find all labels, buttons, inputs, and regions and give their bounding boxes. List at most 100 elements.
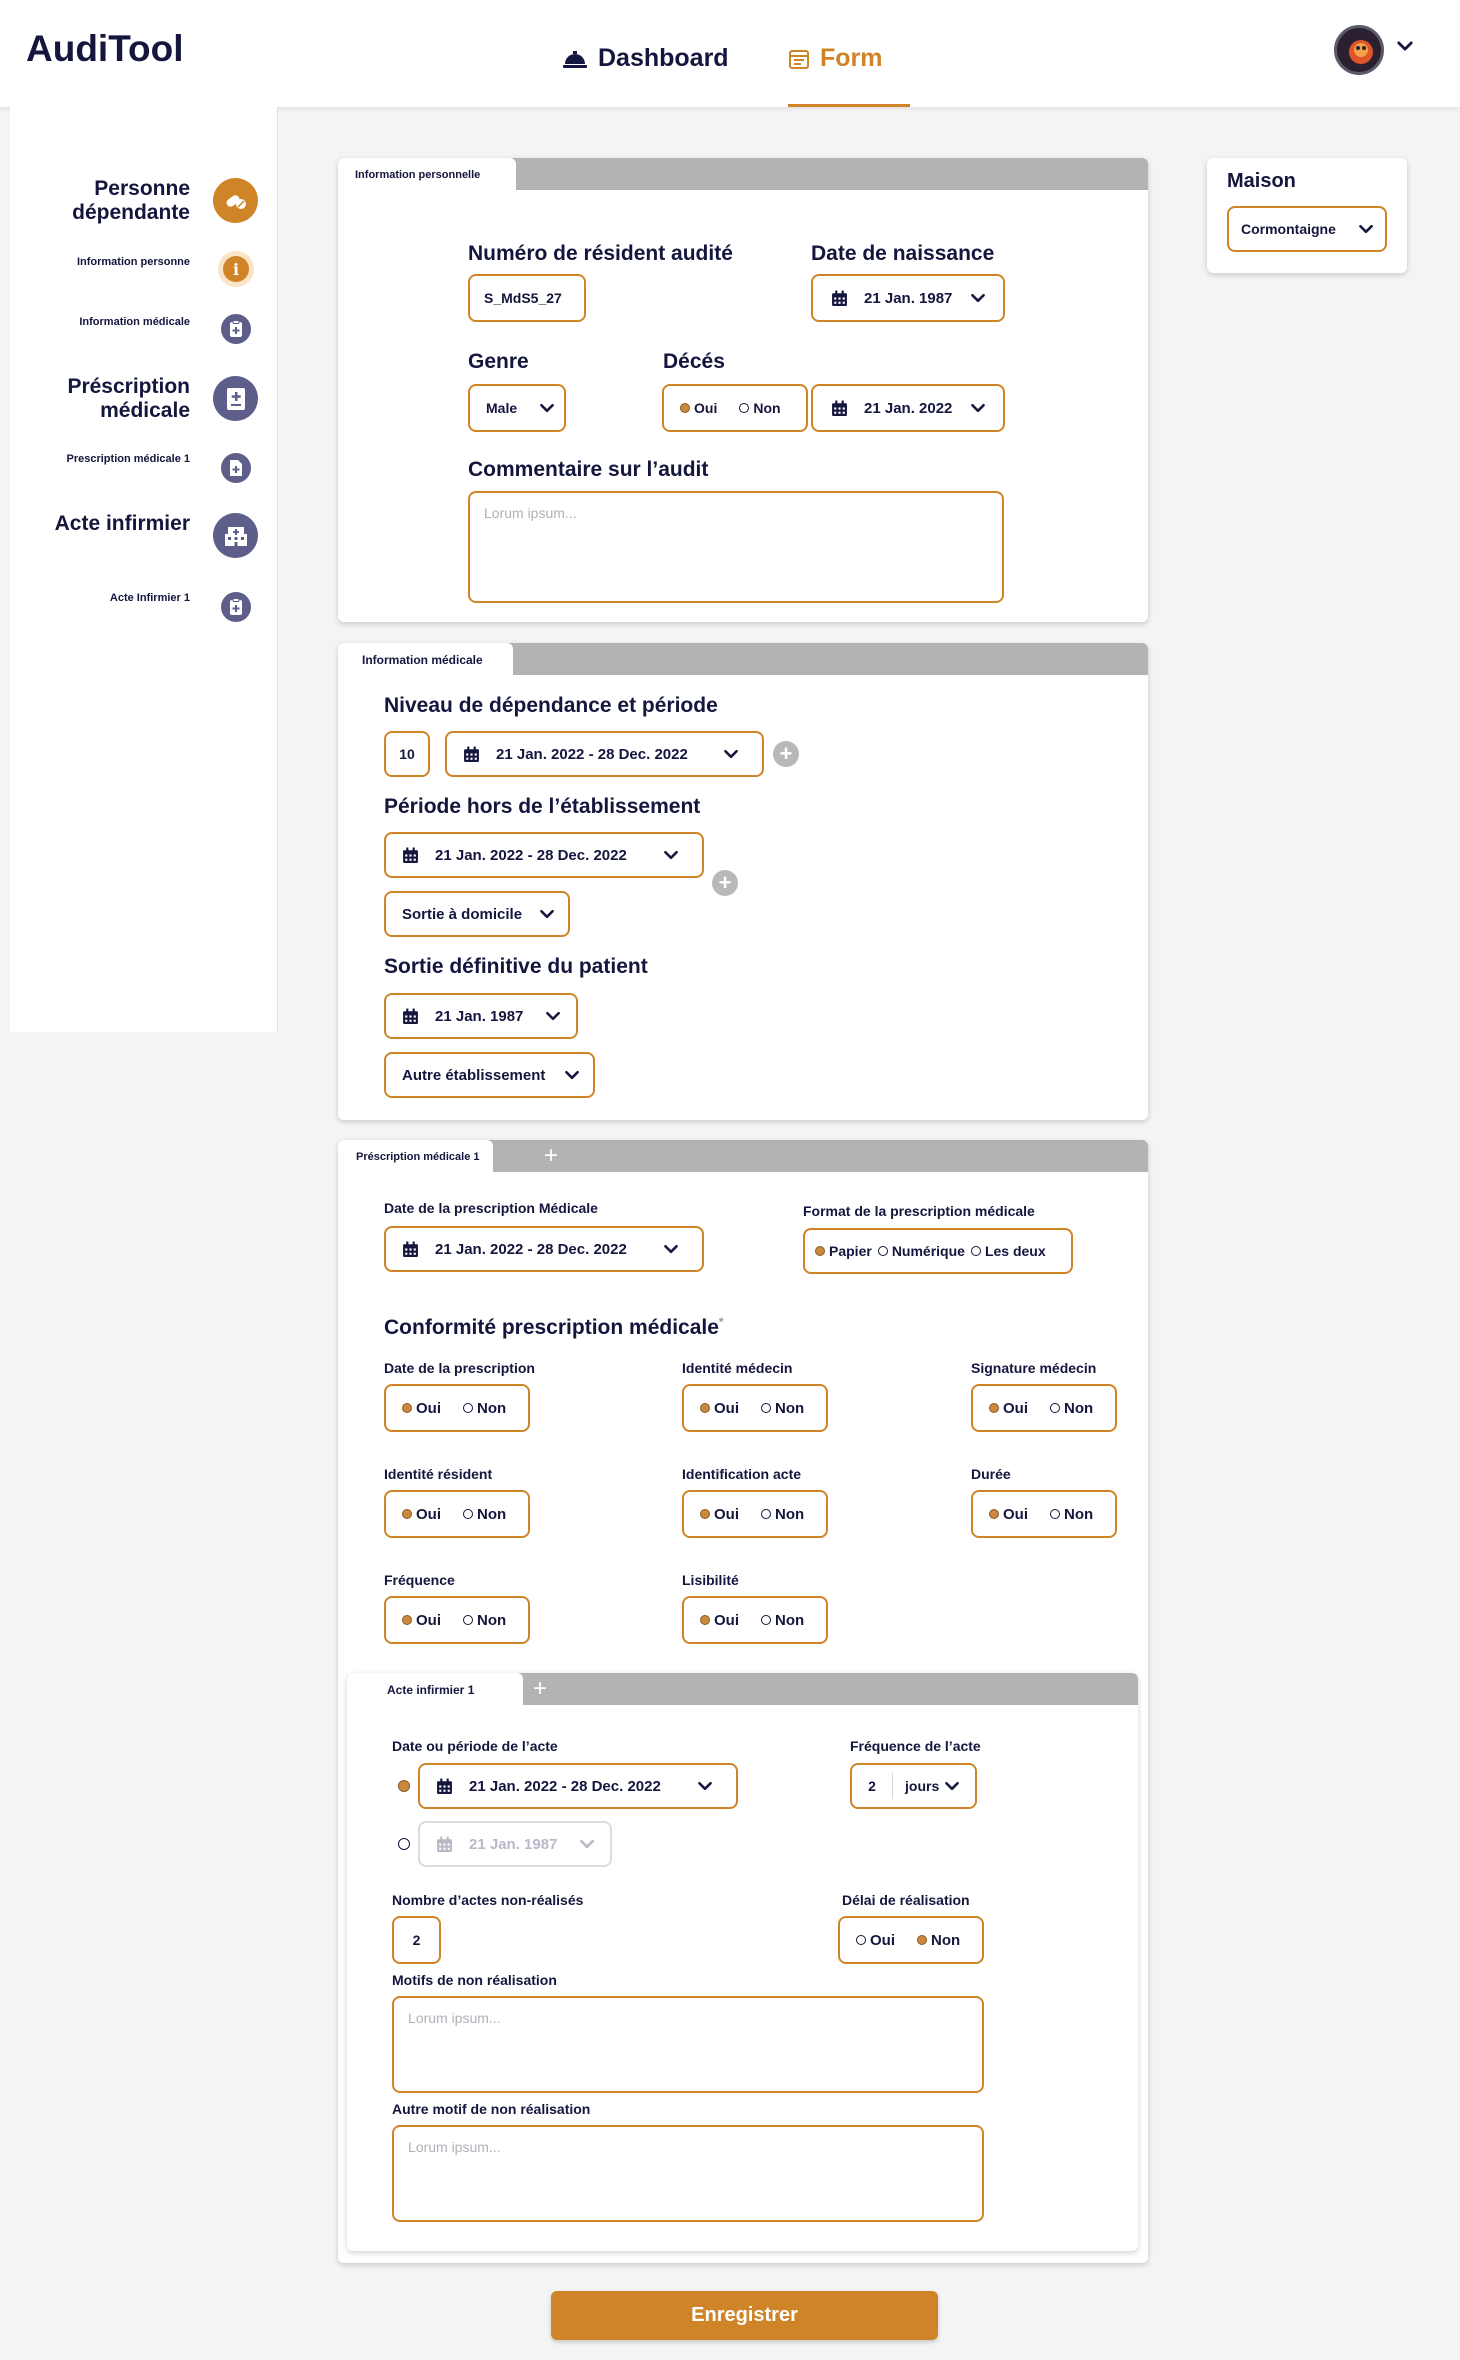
format-les-deux-radio[interactable]: Les deux [970,1243,1046,1259]
maison-select[interactable]: Cormontaigne [1227,206,1387,252]
dependance-period-picker[interactable]: 21 Jan. 2022 - 28 Dec. 2022 [445,731,764,777]
tab-information-personnelle[interactable]: Information personnelle [338,158,516,192]
check-non-radio[interactable]: Non [1050,1400,1093,1417]
autre-motif-textarea[interactable]: Lorum ipsum... [392,2125,984,2222]
nav-dashboard[interactable]: Dashboard [562,44,729,73]
check-non-radio[interactable]: Non [761,1612,804,1629]
check-non-radio[interactable]: Non [463,1506,506,1523]
check-oui-label: Oui [714,1505,739,1523]
check-non-radio[interactable]: Non [761,1506,804,1523]
format-numerique-radio[interactable]: Numérique [877,1243,965,1259]
plus-icon: + [779,741,793,766]
delai-oui-label: Oui [870,1931,895,1949]
delai-oui-radio[interactable]: Oui [856,1932,895,1949]
nav-dashboard-label: Dashboard [598,44,729,72]
check-oui-radio[interactable]: Oui [402,1612,441,1629]
sortie-date-picker[interactable]: 21 Jan. 1987 [384,993,578,1039]
deces-oui-label: Oui [694,400,718,416]
add-dependance-button[interactable]: + [773,741,799,767]
radio-selected-icon [700,1615,710,1625]
chevron-down-icon [1357,220,1375,238]
deces-non-radio[interactable]: Non [739,400,781,416]
sidebar-item-information-medicale[interactable]: Information médicale [10,315,190,330]
check-label-date-de-la-prescription: Date de la prescription [384,1360,535,1376]
genre-select[interactable]: Male [468,384,566,432]
info-icon: i [218,251,254,287]
deces-date-picker[interactable]: 21 Jan. 2022 [811,384,1005,432]
freq-value-input[interactable]: 2 [852,1778,892,1794]
check-non-radio[interactable]: Non [761,1400,804,1417]
tab-prescription-medicale-1[interactable]: Préscription médicale 1 [338,1140,493,1174]
prescription-date-picker[interactable]: 21 Jan. 2022 - 28 Dec. 2022 [384,1226,704,1272]
app-logo[interactable]: AudiTool [26,28,184,70]
birth-date-picker[interactable]: 21 Jan. 1987 [811,274,1005,322]
acte-date-value: 21 Jan. 1987 [469,1835,558,1853]
check-oui-radio[interactable]: Oui [700,1612,739,1629]
check-oui-radio[interactable]: Oui [700,1400,739,1417]
sortie-destination-select[interactable]: Autre établissement [384,1052,595,1098]
add-prescription-tab-button[interactable]: + [544,1142,558,1170]
check-non-radio[interactable]: Non [463,1612,506,1629]
radio-selected-icon [700,1403,710,1413]
check-label-duree: Durée [971,1466,1011,1482]
comment-textarea[interactable]: Lorum ipsum... [468,491,1004,603]
user-avatar[interactable] [1334,25,1384,75]
acte-periode-value: 21 Jan. 2022 - 28 Dec. 2022 [469,1777,661,1795]
sidebar-item-acte-infirmier[interactable]: Acte infirmier [10,512,190,536]
check-oui-label: Oui [1003,1505,1028,1523]
radio-unselected-icon [761,1509,771,1519]
radio-selected-icon [815,1246,825,1256]
personal-info-card: Information personnelle Numéro de réside… [338,158,1148,622]
sidebar-item-prescription-medicale-1[interactable]: Prescription médicale 1 [10,452,191,467]
check-oui-radio[interactable]: Oui [700,1506,739,1523]
radio-selected-icon [700,1509,710,1519]
add-hors-period-button[interactable]: + [712,870,738,896]
sidebar-item-label: Personne dépendante [72,177,190,224]
check-oui-radio[interactable]: Oui [989,1506,1028,1523]
genre-label: Genre [468,350,529,373]
delai-non-radio[interactable]: Non [917,1932,960,1949]
nav-form[interactable]: Form [788,44,883,73]
form-icon [789,49,809,69]
acte-date-picker-disabled[interactable]: 21 Jan. 1987 [418,1821,612,1867]
dependance-level-field[interactable]: 10 [384,731,430,777]
resident-field[interactable]: S_MdS5_27 [468,274,586,322]
check-oui-radio[interactable]: Oui [402,1506,441,1523]
date-radio-unselected[interactable] [398,1838,410,1850]
service-bell-icon [563,50,587,68]
calendar-icon [831,400,848,417]
radio-unselected-icon [739,403,750,413]
acte-periode-picker[interactable]: 21 Jan. 2022 - 28 Dec. 2022 [418,1763,738,1809]
sidebar-item-prescription-medicale[interactable]: Préscription médicale [10,375,190,423]
dependance-label: Niveau de dépendance et période [384,694,718,717]
check-oui-radio[interactable]: Oui [989,1400,1028,1417]
deces-oui-radio[interactable]: Oui [680,400,717,416]
check-non-radio[interactable]: Non [463,1400,506,1417]
check-oui-label: Oui [416,1399,441,1417]
hors-period-picker[interactable]: 21 Jan. 2022 - 28 Dec. 2022 [384,832,704,878]
maison-title: Maison [1227,170,1296,192]
periode-radio-selected[interactable] [398,1780,410,1792]
chevron-down-icon [696,1777,714,1795]
radio-unselected-icon [877,1246,888,1256]
hors-reason-select[interactable]: Sortie à domicile [384,891,570,937]
sortie-date-value: 21 Jan. 1987 [435,1007,524,1025]
nonreal-field[interactable]: 2 [392,1916,441,1964]
sidebar-item-acte-infirmier-1[interactable]: Acte Infirmier 1 [10,591,190,606]
user-menu-chevron-icon[interactable] [1395,36,1415,56]
freq-unit-select[interactable]: jours [893,1777,961,1795]
format-papier-radio[interactable]: Papier [815,1243,872,1259]
check-oui-radio[interactable]: Oui [402,1400,441,1417]
format-papier-label: Papier [829,1243,872,1259]
motifs-textarea[interactable]: Lorum ipsum... [392,1996,984,2093]
sidebar-item-information-personne[interactable]: Information personne [10,255,190,270]
save-button[interactable]: Enregistrer [551,2291,938,2340]
radio-unselected-icon [761,1403,771,1413]
tab-information-medicale[interactable]: Information médicale [338,643,513,677]
sidebar-item-personne-dependante[interactable]: Personne dépendante [10,177,190,225]
check-non-radio[interactable]: Non [1050,1506,1093,1523]
check-label-identite-medecin: Identité médecin [682,1360,793,1376]
tab-acte-infirmier-1[interactable]: Acte infirmier 1 [347,1673,523,1707]
add-acte-tab-button[interactable]: + [533,1675,547,1703]
maison-select-value: Cormontaigne [1241,221,1336,237]
